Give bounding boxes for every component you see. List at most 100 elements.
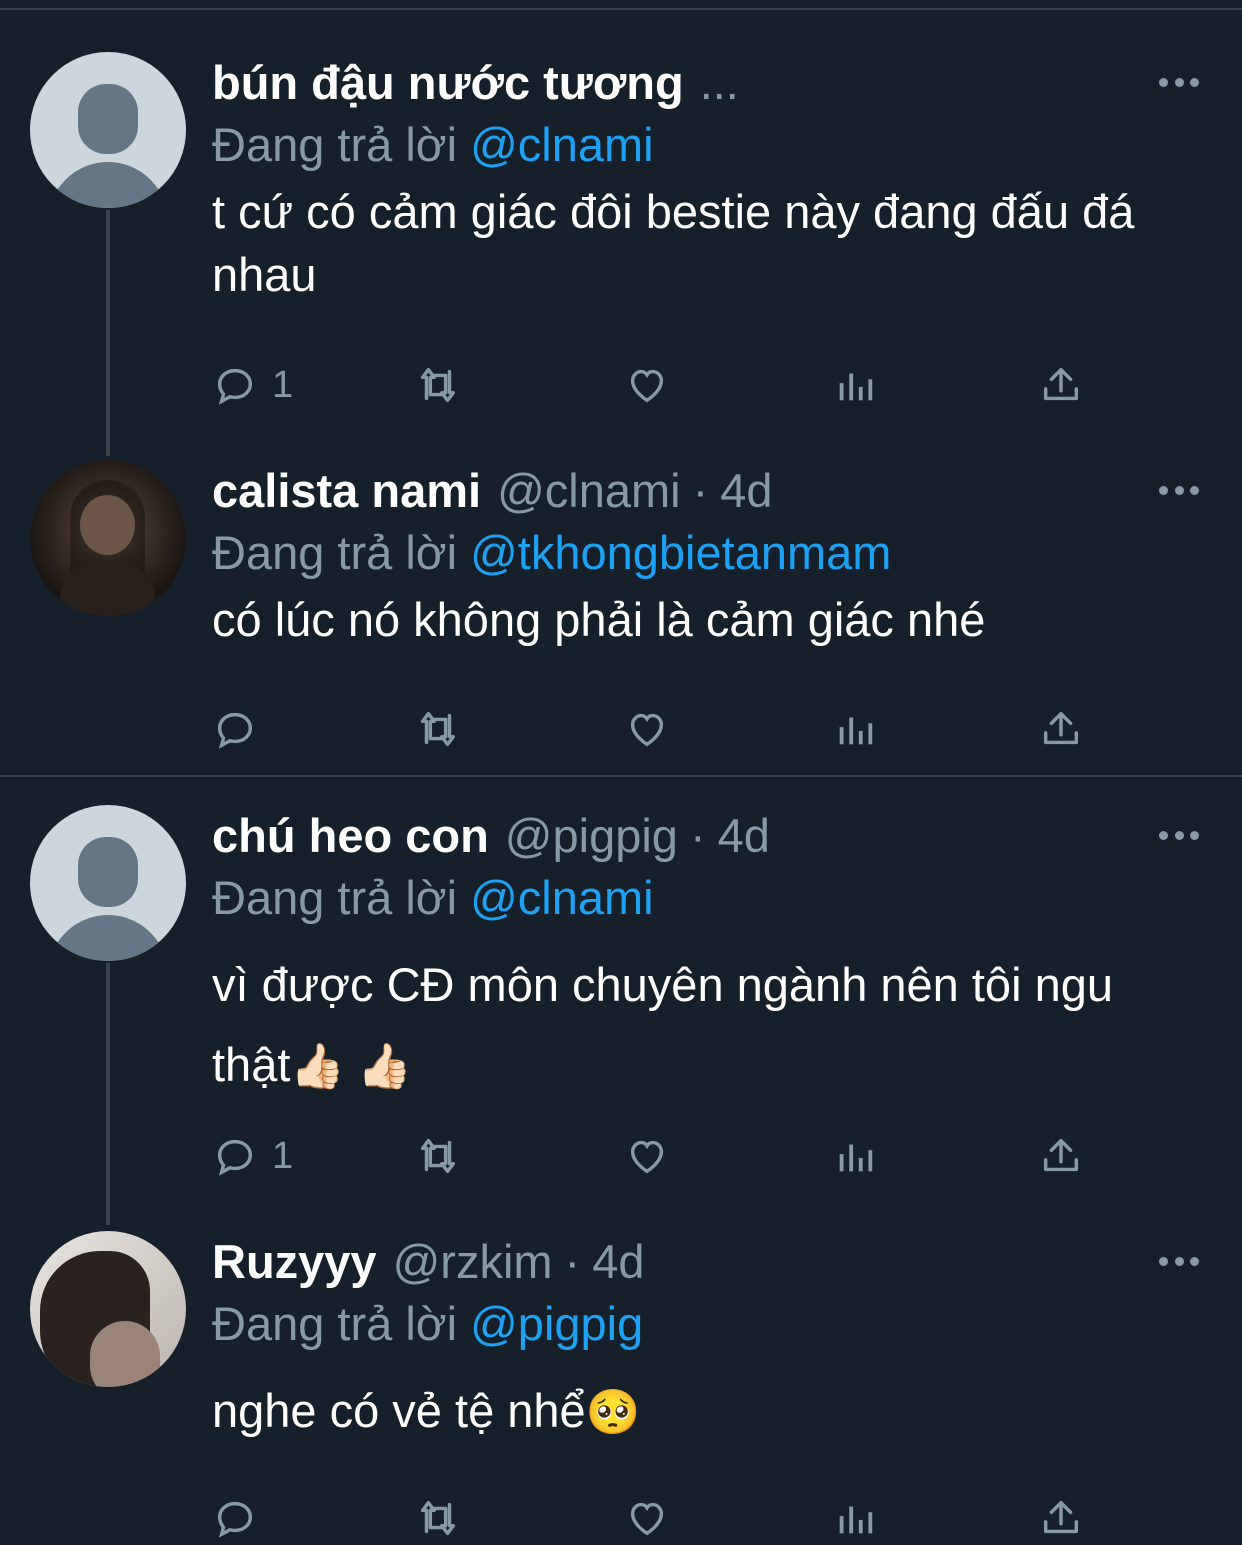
tweet-content: Ruzyyy @rzkim · 4d Đang trả lời @pigpig … [212, 1231, 1202, 1442]
analytics-button[interactable] [832, 1131, 878, 1181]
tweet-text-content: t cứ có cảm giác đôi bestie này đang đấu… [212, 185, 1135, 301]
retweet-button[interactable] [415, 1131, 461, 1181]
reply-count: 1 [272, 1134, 294, 1177]
display-name[interactable]: calista nami [212, 460, 481, 522]
analytics-button[interactable] [832, 704, 878, 754]
more-icon[interactable] [1159, 72, 1199, 92]
retweet-button[interactable] [415, 360, 461, 410]
share-icon [1043, 1138, 1079, 1172]
conversation-divider [0, 775, 1242, 777]
default-avatar-body [48, 915, 168, 961]
top-divider [0, 8, 1242, 10]
reply-icon [217, 1139, 253, 1176]
tweet-actions [212, 1493, 1082, 1543]
pleading-face-emoji: 🥺 [585, 1388, 641, 1437]
reply-count: 1 [272, 363, 294, 406]
like-button[interactable] [624, 360, 670, 410]
retweet-icon [420, 1138, 456, 1174]
analytics-icon [839, 1144, 873, 1172]
reply-button[interactable] [212, 704, 272, 754]
tweet-text: t cứ có cảm giác đôi bestie này đang đấu… [212, 180, 1202, 306]
reply-mention[interactable]: @clnami [470, 118, 654, 171]
tweet-header: calista nami @clnami · 4d [212, 460, 1202, 522]
analytics-button[interactable] [832, 1493, 878, 1543]
display-name[interactable]: Ruzyyy [212, 1231, 377, 1293]
display-name[interactable]: chú heo con [212, 805, 489, 867]
avatar-shoulder [90, 1321, 160, 1387]
tweet-text: vì được CĐ môn chuyên ngành nên tôi ngu … [212, 945, 1202, 1105]
like-button[interactable] [624, 1493, 670, 1543]
default-avatar-icon [78, 837, 138, 907]
tweet-actions [212, 704, 1082, 754]
avatar[interactable] [30, 460, 186, 616]
like-button[interactable] [624, 1131, 670, 1181]
retweet-icon [420, 367, 456, 403]
more-icon[interactable] [1159, 825, 1199, 845]
separator: · [564, 1235, 581, 1288]
timestamp[interactable]: 4d [720, 460, 772, 522]
reply-mention[interactable]: @pigpig [470, 1297, 643, 1350]
replying-to: Đang trả lời @tkhongbietanmam [212, 522, 1202, 584]
retweet-icon [420, 1500, 456, 1536]
handle[interactable]: @pigpig [505, 805, 678, 867]
retweet-button[interactable] [415, 1493, 461, 1543]
like-icon [630, 713, 664, 747]
analytics-button[interactable] [832, 360, 878, 410]
share-button[interactable] [1038, 1493, 1084, 1543]
tweet-text-content: có lúc nó không phải là cảm giác nhé [212, 593, 986, 646]
analytics-icon [839, 373, 873, 401]
analytics-icon [839, 1506, 873, 1534]
more-icon[interactable] [1159, 1251, 1199, 1271]
default-avatar-body [48, 162, 168, 208]
retweet-icon [420, 711, 456, 747]
reply-icon [217, 368, 253, 405]
reply-mention[interactable]: @clnami [470, 871, 654, 924]
thumbs-up-emoji: 👍🏻 👍🏻 [290, 1042, 413, 1091]
tweet-actions: 1 [212, 360, 1082, 410]
tweet-content: calista nami @clnami · 4d Đang trả lời @… [212, 460, 1202, 651]
tweet-actions: 1 [212, 1131, 1082, 1181]
replying-to: Đang trả lời @clnami [212, 867, 1202, 929]
reply-mention[interactable]: @tkhongbietanmam [470, 526, 891, 579]
analytics-icon [839, 717, 873, 745]
default-avatar-icon [78, 84, 138, 154]
reply-icon [217, 1501, 253, 1538]
share-button[interactable] [1038, 360, 1084, 410]
like-icon [630, 1140, 664, 1174]
retweet-button[interactable] [415, 704, 461, 754]
tweet-text: nghe có vẻ tệ nhể🥺 [212, 1379, 1202, 1442]
avatar[interactable] [30, 805, 186, 961]
reply-button[interactable]: 1 [212, 360, 293, 410]
separator: · [692, 464, 709, 517]
reply-prefix: Đang trả lời [212, 1297, 458, 1350]
share-icon [1043, 711, 1079, 745]
display-name[interactable]: bún đậu nước tương [212, 52, 684, 114]
share-icon [1043, 367, 1079, 401]
timestamp[interactable]: 4d [718, 805, 770, 867]
timestamp[interactable]: 4d [592, 1231, 644, 1293]
more-icon[interactable] [1159, 480, 1199, 500]
reply-prefix: Đang trả lời [212, 526, 458, 579]
share-button[interactable] [1038, 704, 1084, 754]
handle[interactable]: @rzkim [393, 1231, 553, 1293]
tweet-header: Ruzyyy @rzkim · 4d [212, 1231, 1202, 1293]
avatar[interactable] [30, 1231, 186, 1387]
tweet-header: chú heo con @pigpig · 4d [212, 805, 1202, 867]
tweet-content: bún đậu nước tương ... Đang trả lời @cln… [212, 52, 1202, 306]
avatar[interactable] [30, 52, 186, 208]
like-button[interactable] [624, 704, 670, 754]
share-icon [1043, 1500, 1079, 1534]
separator: · [689, 809, 706, 862]
reply-button[interactable] [212, 1493, 272, 1543]
name-ellipsis: ... [699, 56, 739, 109]
like-icon [630, 1502, 664, 1536]
like-icon [630, 369, 664, 403]
share-button[interactable] [1038, 1131, 1084, 1181]
reply-icon [217, 712, 253, 749]
reply-button[interactable]: 1 [212, 1131, 293, 1181]
replying-to: Đang trả lời @clnami [212, 114, 1202, 176]
tweet-content: chú heo con @pigpig · 4d Đang trả lời @c… [212, 805, 1202, 1105]
handle[interactable]: @clnami [497, 460, 681, 522]
reply-prefix: Đang trả lời [212, 871, 458, 924]
tweet-text-content: nghe có vẻ tệ nhể [212, 1384, 586, 1437]
